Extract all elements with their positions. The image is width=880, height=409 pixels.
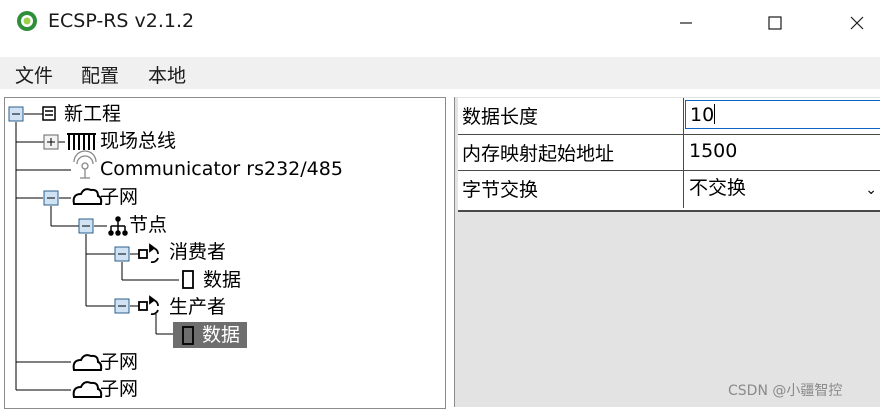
byte-swap-select[interactable]: 不交换 ⌄ bbox=[685, 174, 880, 203]
tree-node-project[interactable]: 新工程 bbox=[64, 103, 121, 125]
menu-file[interactable]: 文件 bbox=[15, 61, 53, 88]
project-icon bbox=[42, 106, 56, 121]
project-tree[interactable]: 新工程 现场总线 Communicator rs232/485 子网 节点 消费… bbox=[4, 97, 446, 409]
tree-node-producer-data[interactable]: 数据 bbox=[202, 324, 240, 346]
producer-icon bbox=[138, 295, 159, 316]
menu-config[interactable]: 配置 bbox=[81, 61, 119, 88]
title-bar: ECSP-RS v2.1.2 bbox=[0, 0, 880, 46]
property-name: 内存映射起始地址 bbox=[462, 143, 615, 165]
property-row: 内存映射起始地址 1500 bbox=[458, 135, 880, 171]
tree-node-communicator[interactable]: Communicator rs232/485 bbox=[100, 158, 343, 180]
property-row: 数据长度 10 bbox=[458, 98, 880, 134]
watermark: CSDN @小疆智控 bbox=[728, 383, 843, 399]
tree-toggle-fieldbus[interactable] bbox=[43, 134, 59, 150]
maximize-button[interactable] bbox=[752, 0, 798, 46]
property-grid: 数据长度 10 内存映射起始地址 1500 字节交换 不交换 ⌄ bbox=[458, 98, 880, 212]
maximize-icon bbox=[768, 16, 782, 30]
app-icon bbox=[17, 11, 37, 31]
property-panel: 数据长度 10 内存映射起始地址 1500 字节交换 不交换 ⌄ bbox=[454, 97, 880, 407]
tree-node-producer[interactable]: 生产者 bbox=[169, 296, 226, 318]
menu-bar: 文件 配置 本地 bbox=[0, 57, 880, 89]
tree-toggle-producer[interactable] bbox=[114, 298, 130, 314]
minimize-button[interactable] bbox=[663, 0, 709, 46]
property-name: 数据长度 bbox=[462, 106, 539, 128]
tree-node-subnet[interactable]: 子网 bbox=[100, 378, 138, 400]
tree-node-nodes[interactable]: 节点 bbox=[129, 214, 167, 236]
text-caret bbox=[714, 104, 716, 124]
tree-node-fieldbus[interactable]: 现场总线 bbox=[100, 130, 176, 152]
data-length-input[interactable]: 10 bbox=[685, 100, 880, 129]
property-row: 字节交换 不交换 ⌄ bbox=[458, 171, 880, 207]
fieldbus-icon bbox=[67, 133, 96, 150]
tree-node-subnet[interactable]: 子网 bbox=[100, 351, 138, 373]
window-title: ECSP-RS v2.1.2 bbox=[48, 10, 195, 32]
tree-node-consumer[interactable]: 消费者 bbox=[169, 241, 226, 263]
memory-start-address-input[interactable]: 1500 bbox=[685, 137, 880, 166]
close-icon bbox=[850, 16, 864, 30]
tree-node-subnet[interactable]: 子网 bbox=[100, 186, 138, 208]
minimize-icon bbox=[680, 22, 692, 24]
network-nodes-icon bbox=[108, 216, 128, 236]
tree-toggle-consumer[interactable] bbox=[114, 246, 130, 262]
property-name: 字节交换 bbox=[462, 179, 539, 201]
close-button[interactable] bbox=[834, 0, 880, 46]
menu-local[interactable]: 本地 bbox=[148, 61, 186, 88]
chevron-down-icon: ⌄ bbox=[865, 182, 877, 198]
tree-toggle-root[interactable] bbox=[8, 106, 24, 122]
tree-toggle-nodes[interactable] bbox=[78, 218, 94, 234]
tree-toggle-subnet[interactable] bbox=[43, 190, 59, 206]
antenna-icon bbox=[73, 150, 97, 179]
data-icon-selected bbox=[182, 326, 194, 345]
tree-node-consumer-data[interactable]: 数据 bbox=[203, 269, 241, 291]
data-icon bbox=[182, 270, 194, 289]
consumer-icon bbox=[138, 243, 159, 264]
